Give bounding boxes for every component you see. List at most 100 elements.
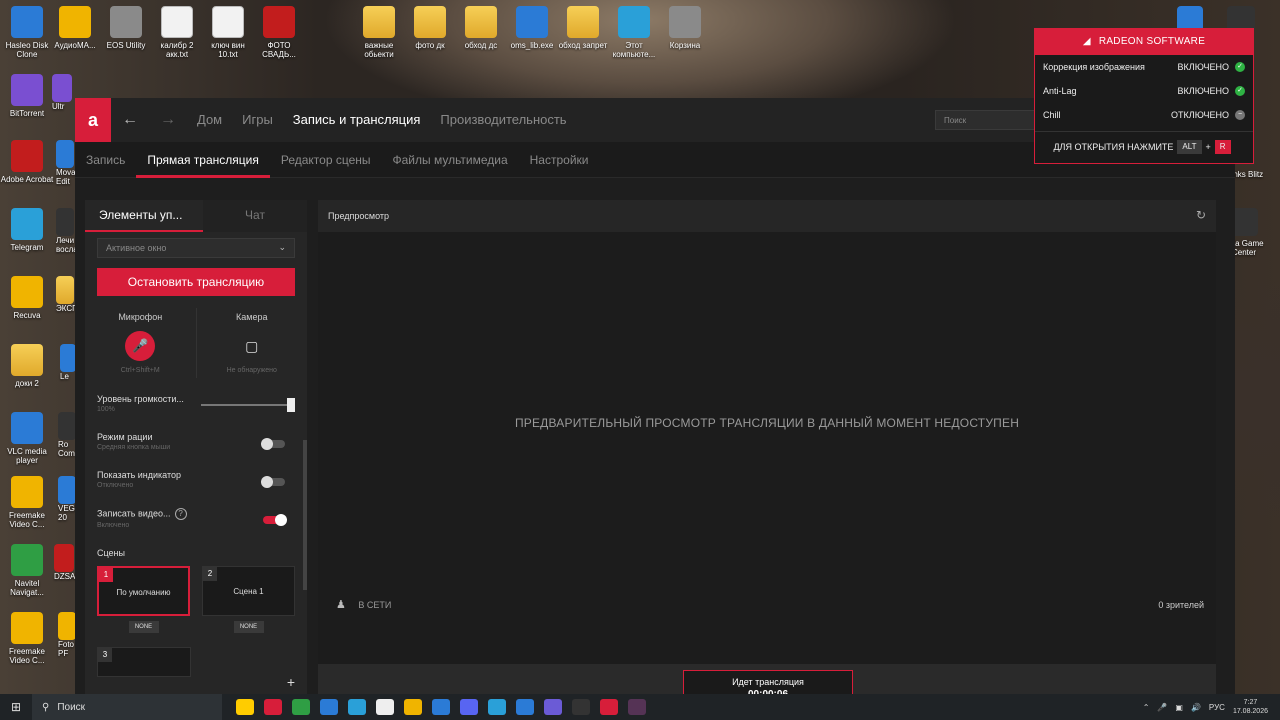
walkie-toggle[interactable] (261, 438, 285, 450)
desktop-icon[interactable]: ФОТО СВАДЬ... (252, 6, 306, 59)
taskbar-app-icon[interactable] (460, 699, 478, 715)
language-indicator[interactable]: РУС (1209, 703, 1225, 712)
desktop-icon[interactable]: Movav Edit (56, 140, 80, 186)
app-icon (58, 612, 76, 640)
record-video-toggle[interactable] (263, 514, 287, 526)
desktop-icon[interactable]: Лечи восла (56, 208, 78, 254)
desktop-icon[interactable]: DZSAI (54, 544, 78, 581)
add-scene-button[interactable]: + (287, 674, 295, 690)
subtab-settings[interactable]: Настройки (519, 145, 600, 175)
folder-icon (465, 6, 497, 38)
desktop-icon[interactable]: Ultr (52, 74, 76, 111)
taskbar-search[interactable]: ⚲ Поиск (32, 694, 222, 720)
desktop-icon[interactable]: Telegram (0, 208, 54, 252)
scene-card[interactable]: 2 Сцена 1 NONE (202, 566, 295, 633)
desktop-icon[interactable]: Hasleo Disk Clone (0, 6, 54, 59)
tab-chat[interactable]: Чат (203, 200, 307, 232)
taskbar-app-icon[interactable] (600, 699, 618, 715)
back-arrow-icon[interactable]: ← (111, 111, 149, 129)
desktop-icon[interactable]: Recuva (0, 276, 54, 320)
desktop-icon[interactable]: Freemake Video C... (0, 612, 54, 665)
taskbar-app-icon[interactable] (432, 699, 450, 715)
desktop-icon[interactable]: EOS Utility (99, 6, 153, 50)
taskbar-app-icon[interactable] (236, 699, 254, 715)
app-icon (11, 276, 43, 308)
chevron-up-icon[interactable]: ⌃ (1143, 703, 1150, 712)
desktop-icon[interactable]: обход дс (454, 6, 508, 50)
taskbar: ⊞ ⚲ Поиск ⌃ 🎤 ▣ 🔊 РУС 7:27 17.08.2026 (0, 694, 1280, 720)
windows-start-icon[interactable]: ⊞ (0, 700, 32, 714)
help-icon[interactable]: ? (174, 508, 187, 520)
camera-off-icon[interactable]: ▢ (237, 331, 267, 361)
tab-performance[interactable]: Производительность (430, 98, 576, 142)
desktop-icon[interactable]: обход запрет (556, 6, 610, 50)
network-icon[interactable]: ▣ (1175, 703, 1183, 712)
taskbar-app-icon[interactable] (572, 699, 590, 715)
scene-tag: NONE (128, 621, 159, 633)
subtab-live-stream[interactable]: Прямая трансляция (136, 145, 271, 178)
subtab-scene-editor[interactable]: Редактор сцены (270, 145, 382, 175)
preview-title: Предпросмотр (328, 211, 390, 221)
tab-home[interactable]: Дом (187, 98, 232, 142)
taskbar-app-icon[interactable] (376, 699, 394, 715)
desktop-icon[interactable]: фото дк (403, 6, 457, 50)
taskbar-app-icon[interactable] (264, 699, 282, 715)
tab-controls[interactable]: Элементы уп... (85, 200, 203, 232)
clock[interactable]: 7:27 17.08.2026 (1233, 698, 1268, 716)
tab-games[interactable]: Игры (232, 98, 283, 142)
desktop-icon[interactable]: доки 2 (0, 344, 54, 388)
desktop-icon[interactable]: BitTorrent (0, 74, 54, 118)
scene-tag: NONE (233, 621, 264, 633)
desktop-icon[interactable]: Foto PF (58, 612, 76, 658)
desktop-icon[interactable]: Корзина (658, 6, 712, 50)
mic-tray-icon[interactable]: 🎤 (1157, 703, 1167, 712)
taskbar-app-icon[interactable] (544, 699, 562, 715)
microphone-label: Микрофон (118, 312, 163, 322)
desktop-icon[interactable]: VEGA 20 (58, 476, 80, 522)
desktop-icon[interactable]: АудиоМА... (48, 6, 102, 50)
scene-thumbnail[interactable]: 1 По умолчанию (97, 566, 190, 616)
desktop-icon[interactable]: oms_lib.exe (505, 6, 559, 50)
forward-arrow-icon[interactable]: → (149, 111, 187, 129)
refresh-icon[interactable]: ↻ (1196, 208, 1206, 222)
subtab-record[interactable]: Запись (75, 145, 136, 175)
taskbar-app-icon[interactable] (628, 699, 646, 715)
taskbar-app-icon[interactable] (488, 699, 506, 715)
taskbar-app-icon[interactable] (516, 699, 534, 715)
volume-icon[interactable]: 🔊 (1191, 703, 1201, 712)
desktop-icon[interactable]: важные обьекти (352, 6, 406, 59)
desktop-icon[interactable]: калибр 2 акк.txt (150, 6, 204, 59)
taskbar-app-icon[interactable] (348, 699, 366, 715)
indicator-toggle[interactable] (261, 476, 285, 488)
volume-slider-track[interactable] (201, 404, 291, 406)
taskbar-apps (236, 699, 646, 715)
source-dropdown[interactable]: Активное окно ⌄ (97, 238, 295, 258)
overlay-row-chill: Chill ОТКЛЮЧЕНО − (1035, 103, 1253, 127)
scene-thumbnail[interactable]: 3 (97, 647, 191, 677)
desktop-icon[interactable]: ЭКСП (56, 276, 78, 313)
taskbar-app-icon[interactable] (404, 699, 422, 715)
panel-scrollbar[interactable] (303, 440, 307, 590)
overlay-row-state: ВКЛЮЧЕНО (1177, 62, 1229, 72)
online-status: ♟ В СЕТИ (336, 598, 391, 611)
microphone-icon[interactable]: 🎤 (125, 331, 156, 361)
amd-logo-icon[interactable]: a (75, 98, 111, 142)
desktop-icon[interactable]: Ro Com (58, 412, 76, 458)
volume-slider-thumb[interactable] (287, 398, 295, 412)
desktop-icon[interactable]: Freemake Video C... (0, 476, 54, 529)
search-input[interactable]: Поиск (935, 110, 1035, 130)
desktop-icon[interactable]: Navitel Navigat... (0, 544, 54, 597)
taskbar-app-icon[interactable] (320, 699, 338, 715)
scene-card[interactable]: 3 (97, 647, 191, 677)
desktop-icon[interactable]: ключ вин 10.txt (201, 6, 255, 59)
subtab-media-files[interactable]: Файлы мультимедиа (382, 145, 519, 175)
desktop-icon[interactable]: Adobe Acrobat (0, 140, 54, 184)
stop-stream-button[interactable]: Остановить трансляцию (97, 268, 295, 296)
desktop-icon[interactable]: Этот компьюте... (607, 6, 661, 59)
taskbar-app-icon[interactable] (292, 699, 310, 715)
desktop-icon[interactable]: Le (60, 344, 76, 381)
scene-card[interactable]: 1 По умолчанию NONE (97, 566, 190, 633)
scene-thumbnail[interactable]: 2 Сцена 1 (202, 566, 295, 616)
desktop-icon[interactable]: VLC media player (0, 412, 54, 465)
tab-record-stream[interactable]: Запись и трансляция (283, 98, 431, 142)
